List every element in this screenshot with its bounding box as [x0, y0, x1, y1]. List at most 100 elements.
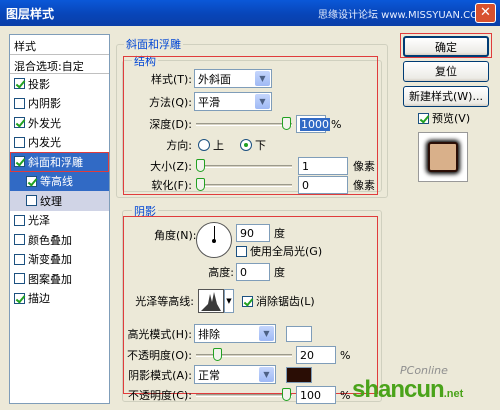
altitude-input[interactable]: 0: [236, 263, 270, 281]
shadow-opacity-input[interactable]: 100: [296, 386, 336, 404]
style-item-checkbox[interactable]: [14, 117, 25, 129]
style-item-checkbox[interactable]: [26, 175, 37, 187]
shancun-suffix: .net: [443, 388, 464, 400]
style-item[interactable]: 等高线: [10, 171, 109, 191]
depth-label: 深度(D):: [149, 118, 192, 131]
preview-label: 预览(V): [432, 112, 471, 125]
soften-slider-thumb[interactable]: [196, 178, 205, 191]
antialias-checkbox[interactable]: [242, 295, 253, 307]
shancun-logo: shancun.net: [352, 376, 463, 404]
shadow-opacity-slider[interactable]: [196, 388, 292, 402]
style-item[interactable]: 颜色叠加: [10, 230, 109, 250]
direction-down-radio[interactable]: [240, 139, 252, 151]
direction-down-label: 下: [255, 139, 266, 152]
highlight-opacity-input[interactable]: 20: [296, 346, 336, 364]
preview-shape: [428, 142, 458, 172]
shadow-color-swatch[interactable]: [286, 366, 312, 383]
highlight-mode-select[interactable]: 排除 ▼: [194, 324, 276, 343]
chevron-down-icon: ▼: [255, 94, 270, 109]
depth-slider[interactable]: [196, 117, 292, 131]
style-item-label: 颜色叠加: [28, 233, 72, 247]
style-item-checkbox[interactable]: [14, 136, 25, 148]
style-item[interactable]: 内阴影: [10, 94, 109, 114]
style-item[interactable]: 光泽: [10, 211, 109, 231]
shancun-text: shancun: [352, 376, 445, 403]
style-list-header: 样式: [10, 35, 109, 55]
highlight-color-swatch[interactable]: [286, 325, 312, 342]
chevron-down-icon: ▼: [259, 326, 274, 341]
highlight-opacity-slider[interactable]: [196, 348, 292, 362]
style-item[interactable]: 内发光: [10, 133, 109, 153]
shadow-mode-select[interactable]: 正常 ▼: [194, 365, 276, 384]
gloss-contour-dropdown[interactable]: ▼: [224, 289, 234, 313]
style-item-label: 投影: [28, 77, 50, 91]
shadow-mode-label: 阴影模式(A):: [128, 368, 192, 382]
altitude-label: 高度:: [208, 266, 234, 279]
global-light-label: 使用全局光(G): [250, 245, 323, 258]
style-item-checkbox[interactable]: [14, 97, 25, 109]
style-item-label: 描边: [28, 292, 50, 306]
direction-label: 方向:: [166, 139, 192, 152]
depth-input[interactable]: 1000: [296, 115, 330, 133]
highlight-opacity-label: 不透明度(O):: [127, 349, 192, 362]
gloss-contour-picker[interactable]: [198, 289, 224, 313]
preview-checkbox[interactable]: [418, 112, 429, 124]
style-item-label: 光泽: [28, 214, 50, 228]
size-slider[interactable]: [196, 159, 292, 173]
depth-slider-thumb[interactable]: [282, 117, 291, 130]
direction-up-radio[interactable]: [198, 139, 210, 151]
size-input[interactable]: 1: [298, 157, 348, 175]
angle-input[interactable]: 90: [236, 224, 270, 242]
bevel-emboss-title: 斜面和浮雕: [124, 36, 183, 52]
shadow-opacity-percent: %: [340, 388, 351, 402]
angle-unit: 度: [274, 227, 285, 240]
style-item[interactable]: 描边: [10, 289, 109, 309]
bevel-style-select[interactable]: 外斜面 ▼: [194, 69, 272, 88]
style-item[interactable]: 纹理: [10, 191, 109, 211]
close-button[interactable]: ✕: [475, 3, 496, 23]
style-item-checkbox[interactable]: [14, 234, 25, 246]
style-item-checkbox[interactable]: [26, 195, 37, 207]
style-item-checkbox[interactable]: [14, 253, 25, 265]
style-item-checkbox[interactable]: [14, 156, 25, 168]
gloss-contour-label: 光泽等高线:: [135, 295, 194, 308]
ok-button[interactable]: 确定: [403, 36, 489, 57]
size-slider-thumb[interactable]: [196, 159, 205, 172]
style-item[interactable]: 投影: [10, 74, 109, 94]
global-light-checkbox[interactable]: [236, 245, 247, 257]
blend-options-item[interactable]: 混合选项:自定: [10, 55, 109, 74]
soften-slider[interactable]: [196, 178, 292, 192]
dialog-body: 样式 混合选项:自定 投影 内阴影 外发光 内发光 斜面和浮雕 等高线 纹理 光泽 颜色叠加 渐变…: [0, 26, 500, 410]
shadow-opacity-label: 不透明度(C):: [128, 389, 192, 402]
technique-value: 平滑: [198, 95, 220, 109]
style-item-label: 斜面和浮雕: [28, 155, 83, 169]
style-item-checkbox[interactable]: [14, 273, 25, 285]
soften-input[interactable]: 0: [298, 176, 348, 194]
style-item-checkbox[interactable]: [14, 214, 25, 226]
style-item[interactable]: 外发光: [10, 113, 109, 133]
soften-label: 软化(F):: [151, 179, 192, 192]
angle-label: 角度(N):: [154, 229, 197, 242]
altitude-unit: 度: [274, 266, 285, 279]
angle-dial[interactable]: [196, 222, 232, 258]
style-item-checkbox[interactable]: [14, 292, 25, 304]
highlight-mode-value: 排除: [198, 327, 220, 341]
style-item[interactable]: 渐变叠加: [10, 250, 109, 270]
new-style-button[interactable]: 新建样式(W)...: [403, 86, 489, 107]
contour-curve-icon: [201, 292, 221, 311]
size-label: 大小(Z):: [150, 160, 192, 173]
titlebar: 图层样式 思缘设计论坛 www.MISSYUAN.COM ✕: [0, 0, 500, 26]
window-title: 图层样式: [6, 7, 55, 21]
style-item-label: 图案叠加: [28, 272, 72, 286]
shadow-opacity-thumb[interactable]: [282, 388, 291, 401]
style-item[interactable]: 图案叠加: [10, 269, 109, 289]
reset-button[interactable]: 复位: [403, 61, 489, 82]
highlight-opacity-percent: %: [340, 348, 351, 362]
preview-thumbnail: [418, 132, 468, 182]
shadow-mode-value: 正常: [198, 368, 220, 382]
technique-select[interactable]: 平滑 ▼: [194, 92, 272, 111]
style-item-label: 纹理: [40, 194, 62, 208]
style-item-checkbox[interactable]: [14, 78, 25, 90]
style-item[interactable]: 斜面和浮雕: [10, 152, 109, 172]
highlight-opacity-thumb[interactable]: [213, 348, 222, 361]
